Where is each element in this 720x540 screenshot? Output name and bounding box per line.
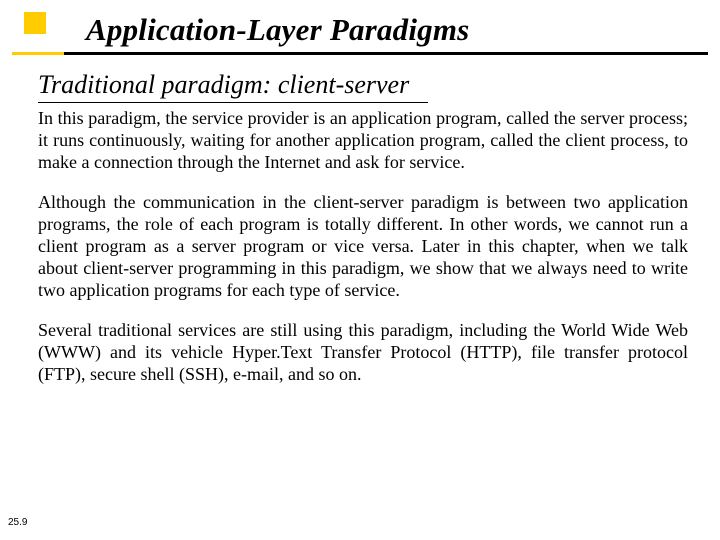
slide-title: Application-Layer Paradigms	[86, 12, 720, 48]
slide: Application-Layer Paradigms Traditional …	[0, 0, 720, 540]
page-number: 25.9	[8, 517, 27, 528]
bullet-icon	[24, 12, 46, 34]
title-rule-accent	[12, 52, 64, 55]
body-text: In this paradigm, the service provider i…	[38, 108, 688, 385]
subtitle-underline	[38, 102, 428, 103]
paragraph: Although the communication in the client…	[38, 192, 688, 302]
slide-subtitle: Traditional paradigm: client-server	[38, 70, 409, 100]
title-rule	[12, 52, 708, 55]
title-row: Application-Layer Paradigms	[0, 12, 720, 48]
paragraph: In this paradigm, the service provider i…	[38, 108, 688, 174]
paragraph: Several traditional services are still u…	[38, 320, 688, 386]
